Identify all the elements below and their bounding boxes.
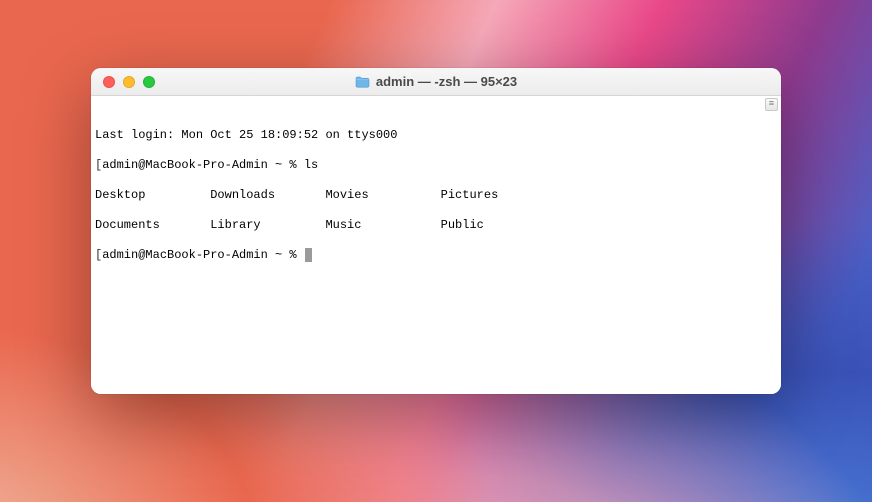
ls-output-row-2: Documents Library Music Public — [95, 218, 777, 233]
ls-output-row-1: Desktop Downloads Movies Pictures — [95, 188, 777, 203]
scroll-indicator-icon[interactable] — [765, 98, 778, 111]
scrollbar[interactable] — [765, 96, 780, 394]
zoom-icon[interactable] — [143, 76, 155, 88]
window-title: admin — -zsh — 95×23 — [91, 74, 781, 89]
close-icon[interactable] — [103, 76, 115, 88]
prompt-line-2: [admin@MacBook-Pro-Admin ~ % — [95, 248, 777, 263]
home-folder-icon — [355, 76, 370, 88]
cursor-icon — [305, 248, 312, 262]
window-title-text: admin — -zsh — 95×23 — [376, 74, 517, 89]
prompt-text: admin@MacBook-Pro-Admin ~ % — [102, 248, 304, 262]
prompt-text: admin@MacBook-Pro-Admin ~ % — [102, 158, 304, 172]
minimize-icon[interactable] — [123, 76, 135, 88]
last-login-line: Last login: Mon Oct 25 18:09:52 on ttys0… — [95, 128, 777, 143]
prompt-line-1: [admin@MacBook-Pro-Admin ~ % ls — [95, 158, 777, 173]
command-text: ls — [304, 158, 318, 172]
traffic-lights — [91, 76, 155, 88]
terminal-window: admin — -zsh — 95×23 Last login: Mon Oct… — [91, 68, 781, 394]
window-titlebar[interactable]: admin — -zsh — 95×23 — [91, 68, 781, 96]
terminal-viewport[interactable]: Last login: Mon Oct 25 18:09:52 on ttys0… — [91, 96, 781, 394]
